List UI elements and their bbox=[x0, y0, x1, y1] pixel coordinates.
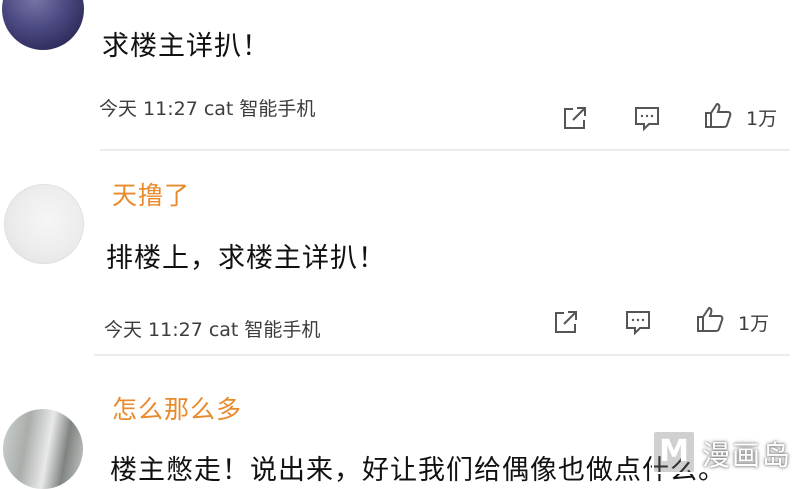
comment-meta: 今天 11:27 cat 智能手机 bbox=[104, 319, 321, 341]
watermark-badge: M bbox=[652, 430, 696, 474]
avatar[interactable] bbox=[3, 409, 83, 489]
share-icon[interactable] bbox=[560, 103, 590, 133]
share-icon[interactable] bbox=[551, 307, 581, 337]
thumbs-up-icon[interactable] bbox=[695, 304, 725, 334]
comment-text: 排楼上，求楼主详扒！ bbox=[106, 243, 386, 274]
divider bbox=[94, 354, 790, 356]
divider bbox=[100, 149, 790, 151]
like-count: 1万 bbox=[746, 108, 778, 130]
username[interactable]: 天撸了 bbox=[112, 176, 190, 212]
comment-meta: 今天 11:27 cat 智能手机 bbox=[99, 98, 316, 120]
comment-text: 楼主憋走！说出来，好让我们给偶像也做点什么。 bbox=[110, 455, 726, 486]
avatar[interactable] bbox=[2, 0, 84, 50]
comment-icon[interactable] bbox=[623, 307, 653, 337]
like-count: 1万 bbox=[738, 313, 770, 335]
comment-text: 求楼主详扒！ bbox=[102, 31, 270, 62]
username[interactable]: 怎么那么多 bbox=[112, 390, 242, 426]
thumbs-up-icon[interactable] bbox=[703, 100, 733, 130]
watermark-logo: M 漫画岛 bbox=[652, 428, 800, 475]
watermark-text: 漫画岛 bbox=[702, 439, 793, 472]
avatar[interactable] bbox=[4, 184, 84, 264]
comment-icon[interactable] bbox=[632, 103, 662, 133]
